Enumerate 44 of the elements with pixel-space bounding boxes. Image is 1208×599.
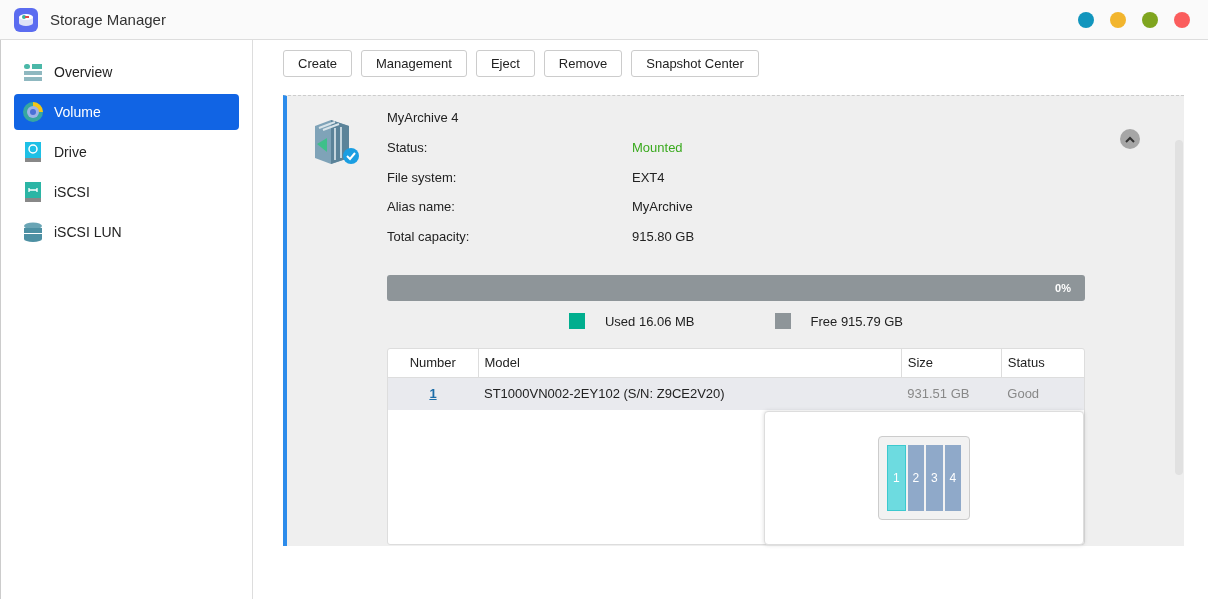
table-cell: ST1000VN002-2EY102 (S/N: Z9CE2V20) [478,377,902,410]
toolbar-button[interactable]: Remove [543,50,623,77]
volume-name: MyArchive 4 [387,110,460,127]
toolbar-button[interactable]: Eject [475,50,535,77]
window-title: Storage Manager [50,11,167,28]
usage-percent: 0% [1055,282,1072,294]
scrollbar[interactable] [1175,140,1183,475]
toolbar-button[interactable]: Create [283,50,353,77]
caret-icon [1125,135,1135,143]
sidebar-item[interactable]: Drive [14,134,239,170]
field-value: EXT4 [632,169,665,187]
field-label: File system: [387,169,458,187]
drive-number-link[interactable]: 1 [429,386,437,402]
legend-label: Used 16.06 MB [604,313,695,329]
sidebar-item[interactable]: iSCSI LUN [14,214,239,250]
sidebar-item[interactable]: iSCSI [14,174,239,210]
minimize-button[interactable] [1110,11,1126,28]
table-cell: Good [1001,377,1084,410]
column-header: Size [901,349,1002,377]
app-icon [14,7,38,32]
toolbar-button[interactable]: Management [361,50,467,77]
window-control[interactable] [1078,11,1094,28]
close-button[interactable] [1174,11,1190,28]
field-label: Alias name: [387,199,456,216]
list-icon [22,61,44,83]
table-cell: 931.51 GB [901,377,1002,410]
drive-icon [22,141,44,163]
toolbar-button[interactable]: Snapshot Center [631,50,759,77]
sidebar-item[interactable]: Volume [14,94,239,130]
legend-label: Free 915.79 GB [810,313,904,329]
field-label: Total capacity: [387,228,471,246]
collapse-button[interactable] [1120,129,1140,149]
field-label: Status: [387,140,429,157]
column-header: Model [478,349,902,377]
database-icon [22,221,44,243]
field-value: Mounted [632,140,683,157]
pie-chart-icon [22,101,44,123]
sidebar-item[interactable]: Overview [14,54,239,90]
drive-icon [22,181,44,203]
field-value: 915.80 GB [632,228,695,246]
field-value: MyArchive [632,199,693,216]
column-header: Status [1001,349,1084,377]
maximize-button[interactable] [1142,11,1158,28]
column-header: Number [388,349,478,377]
